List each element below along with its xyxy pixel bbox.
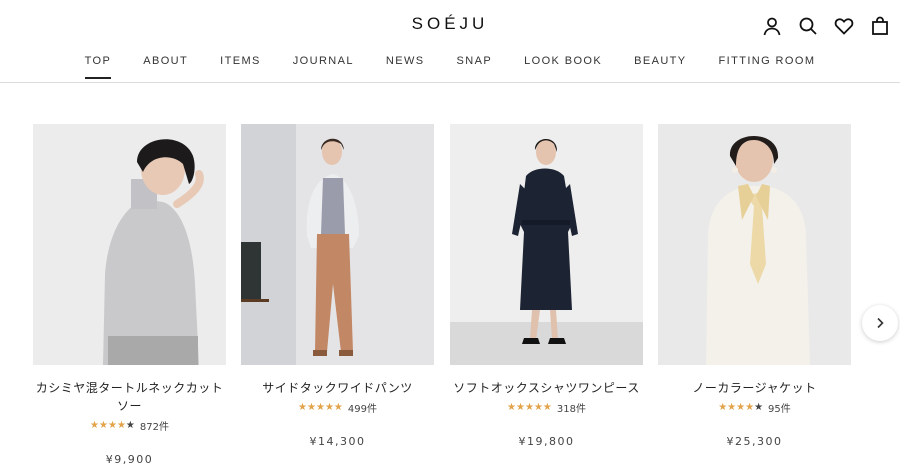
nav-item-about[interactable]: ABOUT: [127, 55, 204, 79]
nav-item-snap[interactable]: SNAP: [441, 55, 509, 79]
product-image[interactable]: [33, 124, 226, 365]
star-rating-icon: ★ ★ ★ ★ ★: [718, 401, 764, 413]
nav-item-fitting-room[interactable]: FITTING ROOM: [703, 55, 832, 79]
product-card[interactable]: カシミヤ混タートルネックカットソー ★ ★ ★ ★ ★ 872件 ¥9,900: [33, 124, 226, 466]
review-count: 318件: [556, 404, 586, 415]
site-header: SOÉJU TOP ABOUT ITEMS JOURNAL NEWS SNAP …: [0, 0, 900, 83]
product-card[interactable]: サイドタックワイドパンツ ★ ★ ★ ★ ★ 499件 ¥14,300: [241, 124, 434, 448]
star-rating-icon: ★ ★ ★ ★ ★: [298, 401, 343, 413]
product-name[interactable]: サイドタックワイドパンツ: [241, 379, 434, 397]
chevron-right-icon: [877, 317, 884, 329]
product-price: ¥14,300: [309, 435, 366, 448]
bag-icon[interactable]: [869, 15, 890, 36]
product-rating: ★ ★ ★ ★ ★ 499件: [241, 400, 434, 415]
review-count: 95件: [768, 404, 791, 415]
product-name[interactable]: ノーカラージャケット: [658, 379, 851, 397]
review-count: 872件: [139, 422, 169, 433]
product-rating: ★ ★ ★ ★ ★ 318件: [450, 400, 643, 415]
product-price: ¥9,900: [105, 453, 154, 466]
header-icons: [761, 15, 890, 36]
nav-item-look-book[interactable]: LOOK BOOK: [508, 55, 618, 79]
nav-item-news[interactable]: NEWS: [370, 55, 441, 79]
product-name[interactable]: カシミヤ混タートルネックカットソー: [33, 379, 226, 415]
product-card[interactable]: ノーカラージャケット ★ ★ ★ ★ ★ 95件 ¥25,300: [658, 124, 851, 448]
product-image[interactable]: [450, 124, 643, 365]
product-image[interactable]: [658, 124, 851, 365]
main-nav: TOP ABOUT ITEMS JOURNAL NEWS SNAP LOOK B…: [0, 55, 900, 79]
review-count: 499件: [347, 404, 377, 415]
heart-icon[interactable]: [833, 15, 854, 36]
star-rating-icon: ★ ★ ★ ★ ★: [90, 419, 135, 431]
nav-item-beauty[interactable]: BEAUTY: [618, 55, 702, 79]
product-rating: ★ ★ ★ ★ ★ 872件: [33, 418, 226, 433]
nav-item-top[interactable]: TOP: [69, 55, 128, 79]
search-icon[interactable]: [797, 15, 818, 36]
product-price: ¥25,300: [726, 435, 783, 448]
star-rating-icon: ★ ★ ★ ★ ★: [507, 401, 552, 413]
nav-item-journal[interactable]: JOURNAL: [277, 55, 370, 79]
account-icon[interactable]: [761, 15, 782, 36]
product-price: ¥19,800: [518, 435, 575, 448]
product-name[interactable]: ソフトオックスシャツワンピース: [450, 379, 643, 397]
product-rating: ★ ★ ★ ★ ★ 95件: [658, 400, 851, 415]
product-image[interactable]: [241, 124, 434, 365]
nav-item-items[interactable]: ITEMS: [204, 55, 277, 79]
carousel-next-button[interactable]: [862, 305, 898, 341]
product-card[interactable]: ソフトオックスシャツワンピース ★ ★ ★ ★ ★ 318件 ¥19,800: [450, 124, 643, 448]
